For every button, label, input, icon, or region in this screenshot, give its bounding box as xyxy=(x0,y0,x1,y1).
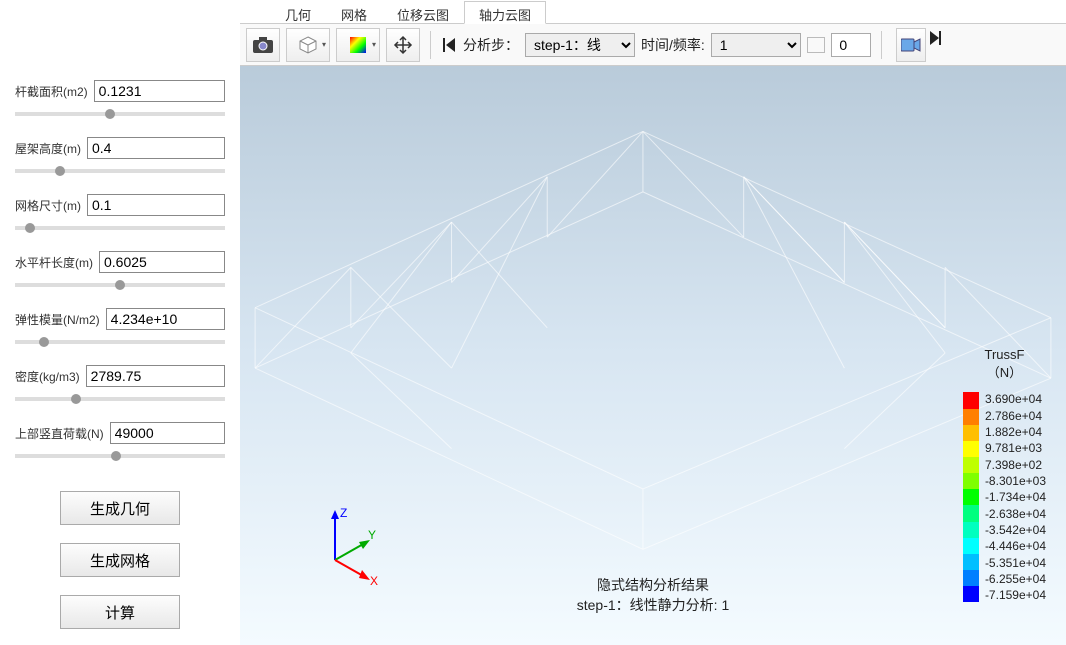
param-input-3[interactable] xyxy=(99,251,225,273)
legend-value: 9.781e+03 xyxy=(985,441,1046,455)
svg-text:X: X xyxy=(370,574,378,585)
colorbar-swatch xyxy=(963,586,979,602)
color-legend: TrussF （N） 3.690e+042.786e+041.882e+049.… xyxy=(963,346,1046,602)
legend-value: -3.542e+04 xyxy=(985,523,1046,537)
colorbar-swatch xyxy=(963,473,979,489)
colorbar-swatch xyxy=(963,522,979,538)
param-label-4: 弹性模量(N/m2) xyxy=(15,311,100,328)
svg-text:Z: Z xyxy=(340,506,347,520)
skip-forward-icon[interactable] xyxy=(928,28,942,48)
colorbar-swatch xyxy=(963,538,979,554)
param-input-0[interactable] xyxy=(94,80,225,102)
param-input-6[interactable] xyxy=(110,422,225,444)
colorbar-swatch xyxy=(963,505,979,521)
param-slider-0[interactable] xyxy=(15,112,225,116)
analysis-step-select[interactable]: step-1：线 xyxy=(525,33,635,57)
analysis-step-label: 分析步： xyxy=(463,35,519,55)
param-input-1[interactable] xyxy=(87,137,225,159)
generate-geometry-button[interactable]: 生成几何 xyxy=(60,491,180,525)
colorbar-swatch xyxy=(963,392,979,408)
tab-2[interactable]: 位移云图 xyxy=(382,1,464,24)
param-slider-4[interactable] xyxy=(15,340,225,344)
axis-triad: Z Y X xyxy=(310,505,390,585)
legend-value: -4.446e+04 xyxy=(985,539,1046,553)
colorbar-swatch xyxy=(963,457,979,473)
param-slider-2[interactable] xyxy=(15,226,225,230)
toolbar: 分析步： step-1：线 时间/频率: 1 xyxy=(240,24,1066,66)
colorbar-swatch xyxy=(963,409,979,425)
legend-value: -2.638e+04 xyxy=(985,507,1046,521)
move-button[interactable] xyxy=(386,28,420,62)
tab-bar: 几何网格位移云图轴力云图 xyxy=(240,0,1066,24)
param-label-5: 密度(kg/m3) xyxy=(15,368,80,385)
calculate-button[interactable]: 计算 xyxy=(60,595,180,629)
frame-spinner[interactable] xyxy=(831,33,871,57)
viewport[interactable]: Z Y X 隐式结构分析结果 step-1：线性静力分析: 1 TrussF （… xyxy=(240,66,1066,645)
tab-1[interactable]: 网格 xyxy=(326,1,382,24)
time-freq-select[interactable]: 1 xyxy=(711,33,801,57)
camera-record-button[interactable] xyxy=(896,28,926,62)
time-freq-label: 时间/频率: xyxy=(641,35,705,55)
colormap-button[interactable] xyxy=(336,28,380,62)
tab-0[interactable]: 几何 xyxy=(270,1,326,24)
colorbar-swatch xyxy=(963,425,979,441)
colorbar-swatch xyxy=(963,441,979,457)
param-label-1: 屋架高度(m) xyxy=(15,140,81,157)
param-input-5[interactable] xyxy=(86,365,225,387)
legend-value: -5.351e+04 xyxy=(985,556,1046,570)
param-slider-1[interactable] xyxy=(15,169,225,173)
legend-value: -1.734e+04 xyxy=(985,490,1046,504)
param-label-3: 水平杆长度(m) xyxy=(15,254,93,271)
legend-value: -6.255e+04 xyxy=(985,572,1046,586)
screenshot-button[interactable] xyxy=(246,28,280,62)
toggle-box[interactable] xyxy=(807,37,825,53)
legend-value: 1.882e+04 xyxy=(985,425,1046,439)
param-slider-6[interactable] xyxy=(15,454,225,458)
param-label-0: 杆截面积(m2) xyxy=(15,83,88,100)
colorbar-swatch xyxy=(963,554,979,570)
svg-text:Y: Y xyxy=(368,528,376,542)
param-label-6: 上部竖直荷载(N) xyxy=(15,425,104,442)
param-slider-5[interactable] xyxy=(15,397,225,401)
legend-value: 2.786e+04 xyxy=(985,409,1046,423)
colorbar-swatch xyxy=(963,489,979,505)
tab-3[interactable]: 轴力云图 xyxy=(464,1,546,24)
legend-value: -8.301e+03 xyxy=(985,474,1046,488)
legend-value: 7.398e+02 xyxy=(985,458,1046,472)
result-caption: 隐式结构分析结果 step-1：线性静力分析: 1 xyxy=(577,575,729,615)
legend-value: 3.690e+04 xyxy=(985,392,1046,406)
param-input-4[interactable] xyxy=(106,308,225,330)
generate-mesh-button[interactable]: 生成网格 xyxy=(60,543,180,577)
param-slider-3[interactable] xyxy=(15,283,225,287)
legend-value: -7.159e+04 xyxy=(985,588,1046,602)
param-label-2: 网格尺寸(m) xyxy=(15,197,81,214)
view-cube-button[interactable] xyxy=(286,28,330,62)
skip-back-icon[interactable] xyxy=(441,35,457,55)
colorbar-swatch xyxy=(963,570,979,586)
param-input-2[interactable] xyxy=(87,194,225,216)
